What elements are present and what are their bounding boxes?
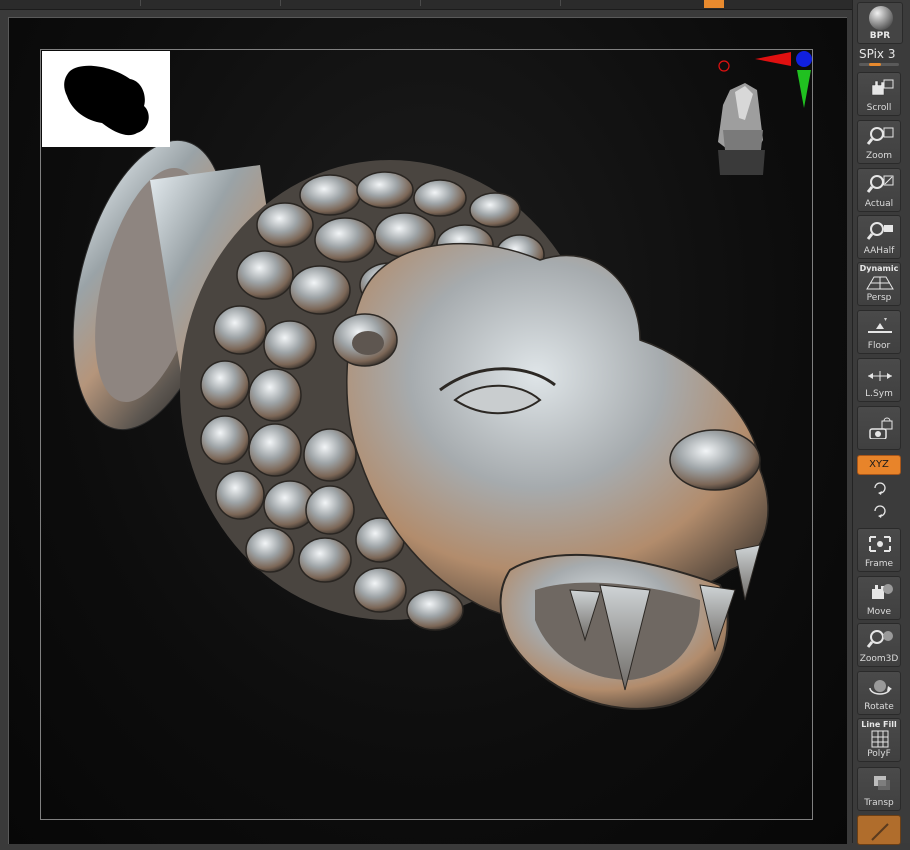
- bpr-button[interactable]: BPR: [857, 2, 903, 44]
- move-hand-icon: [872, 584, 893, 599]
- scroll-label: Scroll: [866, 103, 892, 113]
- rotate-button[interactable]: Rotate: [857, 671, 901, 715]
- transparency-icon: [874, 776, 890, 790]
- move-label: Move: [866, 607, 892, 617]
- canvas-frame: [40, 49, 813, 820]
- zoom3d-label: Zoom3D: [859, 654, 899, 664]
- zoom3d-icon: [866, 630, 893, 648]
- line-fill-label: Line Fill: [861, 720, 897, 729]
- polyf-label: PolyF: [867, 749, 891, 759]
- local-symmetry-icon: [868, 371, 892, 381]
- rotate-z-icon[interactable]: [872, 504, 888, 518]
- bpr-sphere-icon: [869, 6, 893, 30]
- zoom3d-button[interactable]: Zoom3D: [857, 623, 901, 667]
- lsym-button[interactable]: L.Sym: [857, 358, 901, 402]
- zoom-button[interactable]: Zoom: [857, 120, 901, 164]
- floor-button[interactable]: ▾ Floor: [857, 310, 901, 354]
- hand-scroll-icon: [871, 79, 894, 96]
- xyz-rotation-button[interactable]: XYZ: [857, 455, 901, 475]
- frame-icon: [869, 536, 891, 552]
- transp-button[interactable]: Transp: [857, 767, 901, 811]
- actual-label: Actual: [864, 199, 894, 209]
- orientation-gizmo-icon[interactable]: [715, 50, 815, 180]
- rotate-y-icon[interactable]: [872, 481, 888, 495]
- aahalf-icon: [866, 222, 893, 240]
- actual-button[interactable]: Actual: [857, 168, 901, 212]
- aahalf-label: AAHalf: [863, 246, 895, 256]
- model-silhouette-icon: [64, 65, 149, 136]
- frame-label: Frame: [864, 559, 894, 569]
- right-shelf: BPR SPix 3 Scroll Zoom Actual AAHalf Dyn…: [852, 0, 910, 845]
- lsym-label: L.Sym: [865, 389, 893, 399]
- frame-button[interactable]: Frame: [857, 528, 901, 572]
- floor-label: Floor: [867, 341, 891, 351]
- svg-text:▾: ▾: [884, 316, 887, 323]
- rotate-icon: [869, 680, 892, 695]
- navigator-thumbnail[interactable]: [42, 51, 170, 147]
- ghost-button[interactable]: [857, 815, 901, 845]
- persp-label: Persp: [866, 293, 892, 303]
- scroll-button[interactable]: Scroll: [857, 72, 901, 116]
- bpr-label: BPR: [869, 31, 891, 41]
- move-button[interactable]: Move: [857, 576, 901, 620]
- rotate-label: Rotate: [864, 702, 894, 712]
- actual-size-icon: [866, 175, 894, 193]
- spix-slider[interactable]: [859, 63, 899, 66]
- aahalf-button[interactable]: AAHalf: [857, 215, 901, 259]
- persp-button[interactable]: Dynamic Persp: [857, 262, 901, 306]
- lock-camera-icon: [869, 417, 893, 439]
- floor-icon: ▾: [868, 316, 892, 333]
- spix-label: SPix 3: [859, 47, 896, 61]
- ghost-icon: [871, 823, 889, 841]
- dynamic-label: Dynamic: [859, 264, 899, 273]
- zoom-icon: [866, 127, 894, 145]
- spix-slider-fill: [869, 63, 881, 66]
- zoom-label: Zoom: [866, 151, 892, 161]
- polyf-button[interactable]: Line Fill PolyF: [857, 718, 901, 762]
- xyz-label: XYZ: [869, 459, 889, 470]
- lock-camera-button[interactable]: [857, 406, 901, 450]
- transp-label: Transp: [864, 798, 894, 808]
